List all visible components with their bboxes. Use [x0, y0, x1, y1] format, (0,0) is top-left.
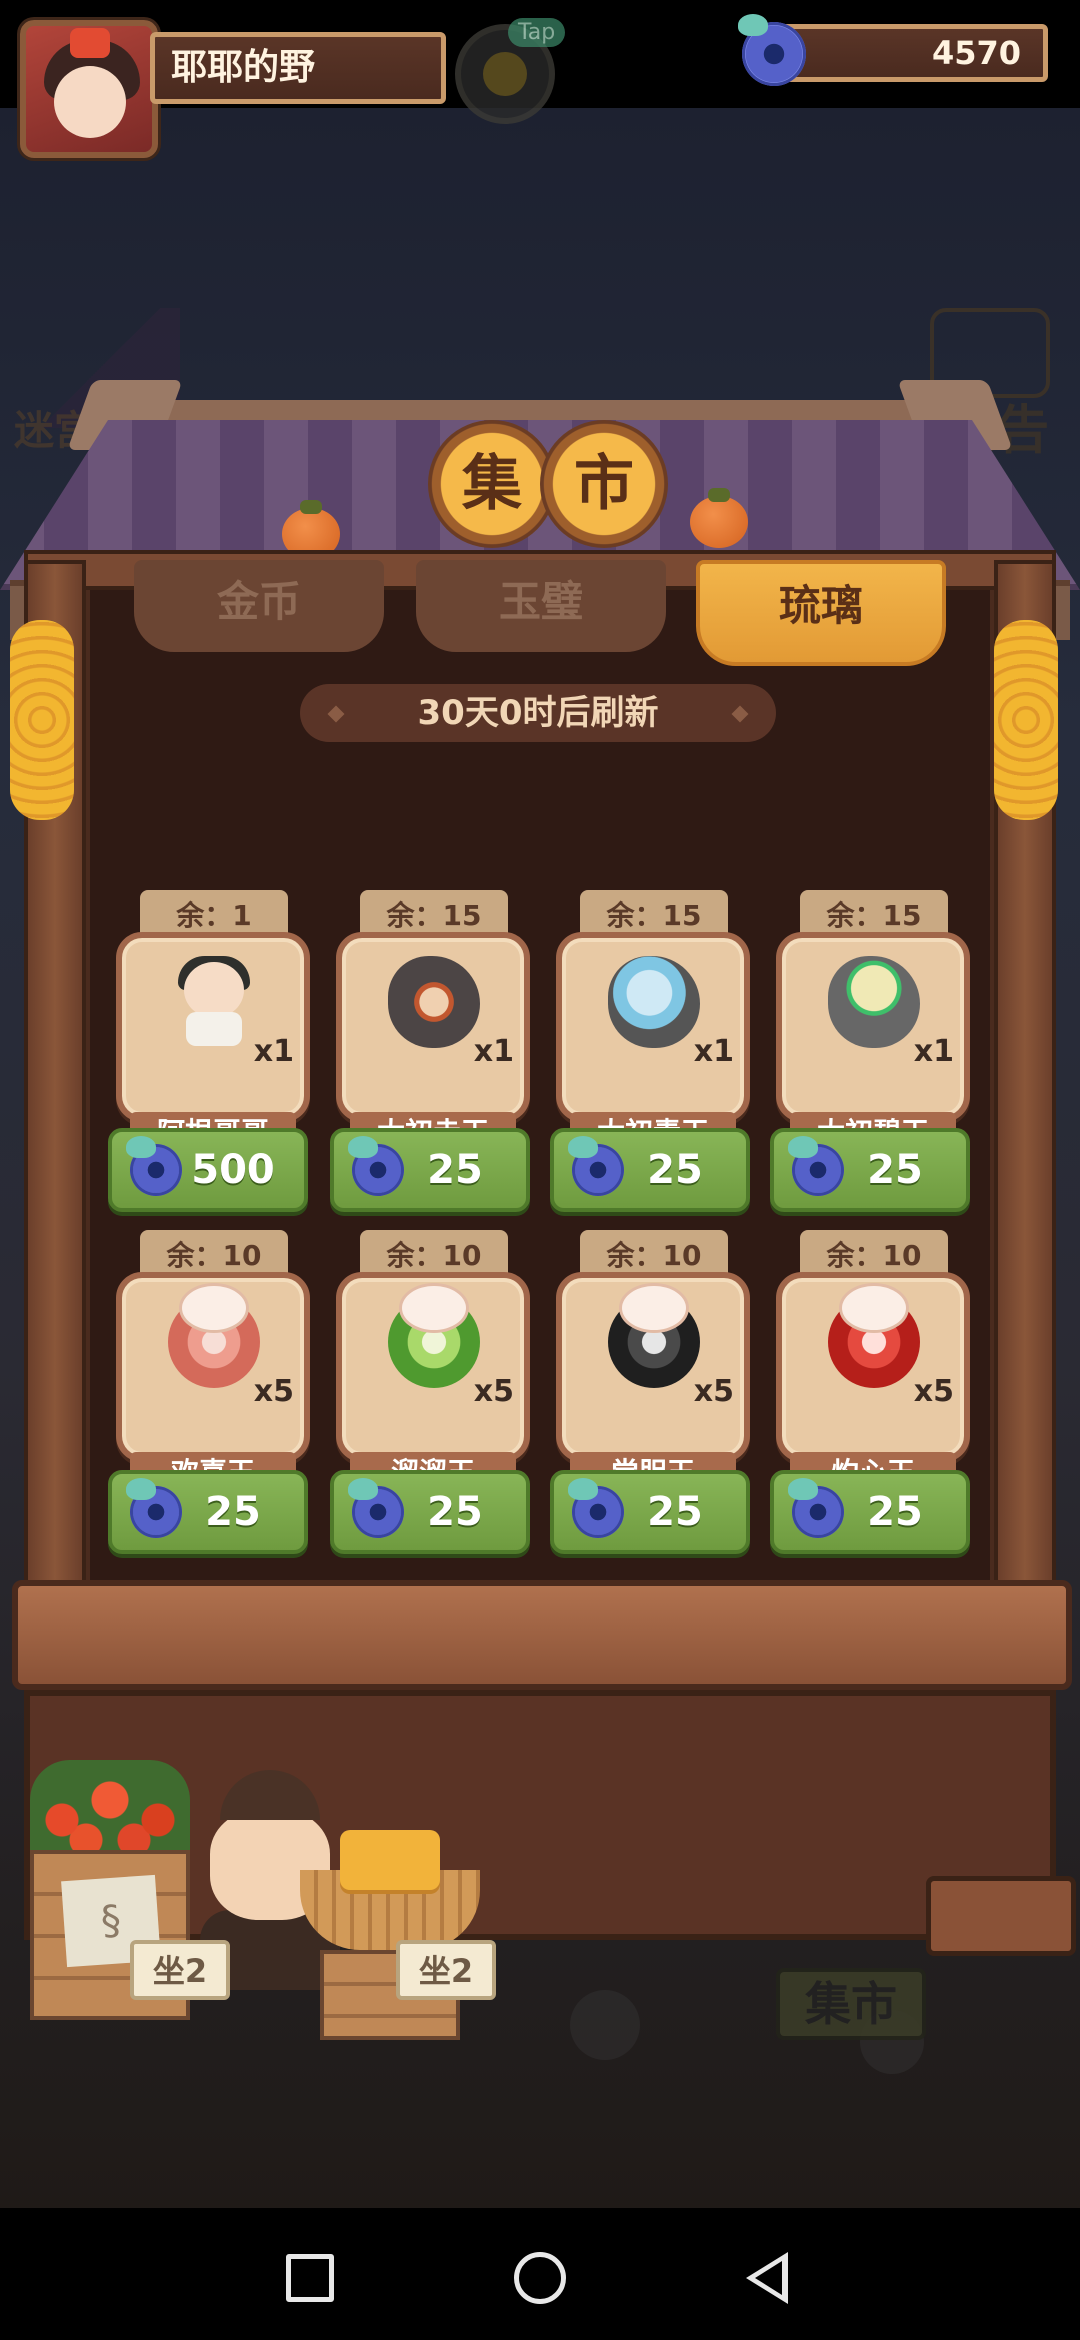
tab-jade-disc[interactable]: 玉璧: [416, 560, 666, 652]
buy-button[interactable]: 500: [108, 1128, 308, 1212]
item-quantity: x1: [473, 1034, 514, 1069]
item-frame: x5 溜溜玉: [336, 1272, 530, 1494]
black-jade-icon: [608, 1286, 700, 1388]
stall-counter: [12, 1580, 1072, 1690]
price-label: 25: [427, 1147, 483, 1193]
stall-step: [926, 1876, 1076, 1956]
recent-apps-button[interactable]: [286, 2254, 334, 2302]
item-frame: x5 尝胆玉: [556, 1272, 750, 1494]
tab-glaze[interactable]: 琉璃: [696, 560, 946, 666]
buy-button[interactable]: 25: [770, 1128, 970, 1212]
tap-badge: Tap: [508, 18, 566, 47]
price-label: 25: [867, 1489, 923, 1535]
blue-jade-stone-icon: [608, 956, 700, 1048]
home-button[interactable]: [514, 2252, 566, 2304]
red-jade-icon: [828, 1286, 920, 1388]
buy-button[interactable]: 25: [550, 1128, 750, 1212]
corn-icon: [10, 620, 74, 820]
buy-button[interactable]: 25: [330, 1470, 530, 1554]
item-quantity: x5: [253, 1374, 294, 1409]
green-jade-stone-icon: [828, 956, 920, 1048]
price-label: 25: [867, 1147, 923, 1193]
item-frame: x1 太初赤玉: [336, 932, 530, 1154]
jade-balance: 4570: [770, 24, 1048, 82]
player-avatar[interactable]: [20, 20, 158, 158]
item-quantity: x5: [913, 1374, 954, 1409]
buy-button[interactable]: 25: [770, 1470, 970, 1554]
jade-coin-icon: [738, 14, 806, 86]
item-quantity: x5: [473, 1374, 514, 1409]
item-quantity: x1: [693, 1034, 734, 1069]
price-label: 25: [205, 1489, 261, 1535]
refresh-countdown: 30天0时后刷新: [300, 684, 776, 742]
price-tag: 坐2: [130, 1940, 230, 2000]
pink-jade-icon: [168, 1286, 260, 1388]
price-label: 500: [191, 1147, 275, 1193]
buy-button[interactable]: 25: [108, 1470, 308, 1554]
item-quantity: x1: [253, 1034, 294, 1069]
player-name: 耶耶的野: [150, 32, 446, 104]
price-label: 25: [647, 1489, 703, 1535]
back-button[interactable]: [746, 2252, 788, 2304]
price-label: 25: [427, 1489, 483, 1535]
gold-basket: [300, 1830, 480, 2040]
price-label: 25: [647, 1147, 703, 1193]
market-title-char-1: 集: [428, 420, 556, 548]
buy-button[interactable]: 25: [550, 1470, 750, 1554]
background-npc: [570, 1990, 640, 2060]
item-quantity: x1: [913, 1034, 954, 1069]
persimmon-icon: [690, 488, 748, 548]
item-frame: x5 灼心玉: [776, 1272, 970, 1494]
red-jade-stone-icon: [388, 956, 480, 1048]
item-frame: x1 太初青玉: [556, 932, 750, 1154]
price-tag: 坐2: [396, 1940, 496, 2000]
item-quantity: x5: [693, 1374, 734, 1409]
character-agen-icon: [168, 956, 260, 1048]
item-frame: x5 欢喜玉: [116, 1272, 310, 1494]
buy-button[interactable]: 25: [330, 1128, 530, 1212]
tab-gold-coin[interactable]: 金币: [134, 560, 384, 652]
item-frame: x1 太初碧玉: [776, 932, 970, 1154]
market-title-char-2: 市: [540, 420, 668, 548]
corn-icon: [994, 620, 1058, 820]
green-jade-icon: [388, 1286, 480, 1388]
item-frame: x1 阿根哥哥: [116, 932, 310, 1154]
market-sign: 集市: [776, 1968, 926, 2040]
